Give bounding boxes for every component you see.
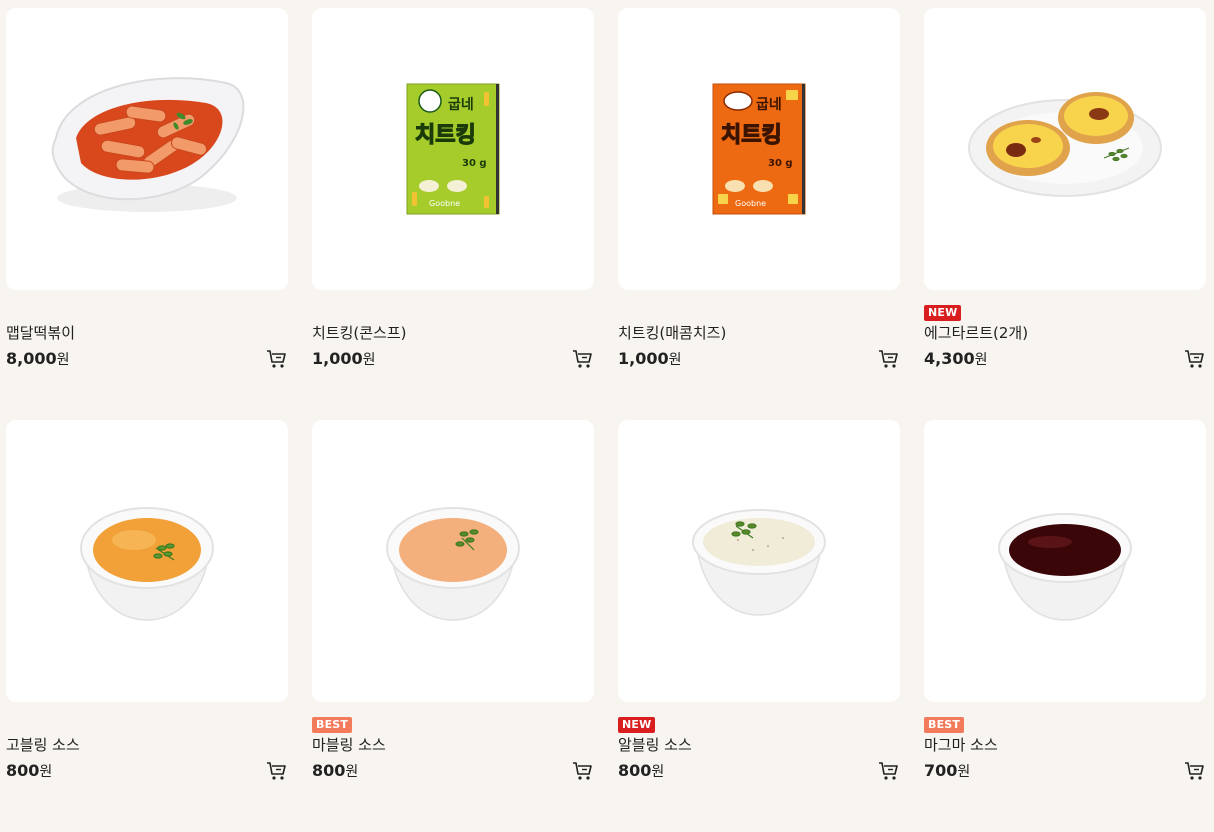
product-image[interactable]: [618, 420, 900, 702]
badge-row: NEW: [924, 301, 1206, 321]
price-amount: 800: [6, 761, 40, 780]
price-currency: 원: [362, 352, 376, 368]
product-name[interactable]: 치트킹(매콤치즈): [618, 322, 900, 344]
price-currency: 원: [345, 764, 359, 780]
magma-sauce-image: [998, 513, 1132, 621]
new-badge: NEW: [924, 305, 962, 321]
marbling-sauce-image: [386, 507, 520, 621]
price-currency: 원: [957, 764, 971, 780]
price-amount: 4,300: [924, 349, 975, 368]
badge-row: [6, 713, 288, 733]
albling-sauce-image: [692, 509, 826, 616]
product-card[interactable]: BEST 마그마 소스 700원: [924, 420, 1206, 832]
cart-icon[interactable]: [266, 760, 288, 782]
egg-tart-image: [968, 92, 1162, 197]
product-price: 4,300원: [924, 349, 988, 368]
price-row: 800원: [6, 758, 288, 784]
product-image[interactable]: [6, 8, 288, 290]
badge-row: NEW: [618, 713, 900, 733]
cart-icon[interactable]: [266, 348, 288, 370]
product-grid: 맵달떡볶이 8,000원 굽네 치트킹 30 g Goobne 치트킹(콘스프)…: [6, 8, 1214, 832]
product-price: 1,000원: [618, 349, 682, 368]
product-name[interactable]: 알블링 소스: [618, 734, 900, 756]
product-card[interactable]: NEW 에그타르트(2개) 4,300원: [924, 8, 1206, 420]
price-currency: 원: [651, 764, 665, 780]
product-image[interactable]: [312, 420, 594, 702]
price-amount: 700: [924, 761, 958, 780]
best-badge: BEST: [312, 717, 353, 733]
cart-icon[interactable]: [1184, 348, 1206, 370]
cart-icon[interactable]: [878, 760, 900, 782]
cart-icon[interactable]: [572, 348, 594, 370]
price-amount: 1,000: [618, 349, 669, 368]
new-badge: NEW: [618, 717, 656, 733]
pack-brand: 굽네: [448, 97, 474, 113]
price-row: 800원: [312, 758, 594, 784]
gobling-sauce-image: [80, 507, 214, 621]
product-price: 800원: [312, 761, 358, 780]
product-image[interactable]: 굽네 치트킹 30 g Goobne: [312, 8, 594, 290]
product-card[interactable]: NEW 알블링 소스 800원: [618, 420, 900, 832]
pack-title: 치트킹: [721, 123, 782, 148]
cheatking-spicycheese-image: 굽네 치트킹 30 g Goobne: [712, 83, 806, 215]
price-row: 700원: [924, 758, 1206, 784]
price-currency: 원: [56, 352, 70, 368]
product-name[interactable]: 마그마 소스: [924, 734, 1206, 756]
pack-logo: Goobne: [429, 199, 460, 208]
best-badge: BEST: [924, 717, 965, 733]
cart-icon[interactable]: [1184, 760, 1206, 782]
product-image[interactable]: 굽네 치트킹 30 g Goobne: [618, 8, 900, 290]
price-amount: 1,000: [312, 349, 363, 368]
price-row: 1,000원: [618, 346, 900, 372]
product-name[interactable]: 치트킹(콘스프): [312, 322, 594, 344]
product-name[interactable]: 맵달떡볶이: [6, 322, 288, 344]
price-currency: 원: [974, 352, 988, 368]
cheatking-cornsoup-image: 굽네 치트킹 30 g Goobne: [406, 83, 500, 215]
product-price: 800원: [618, 761, 664, 780]
badge-row: BEST: [924, 713, 1206, 733]
badge-row: [6, 301, 288, 321]
cart-icon[interactable]: [878, 348, 900, 370]
product-price: 8,000원: [6, 349, 70, 368]
cart-icon[interactable]: [572, 760, 594, 782]
product-card[interactable]: 굽네 치트킹 30 g Goobne 치트킹(매콤치즈) 1,000원: [618, 8, 900, 420]
product-image[interactable]: [924, 420, 1206, 702]
price-amount: 8,000: [6, 349, 57, 368]
product-name[interactable]: 에그타르트(2개): [924, 322, 1206, 344]
product-card[interactable]: BEST 마블링 소스 800원: [312, 420, 594, 832]
price-row: 1,000원: [312, 346, 594, 372]
product-card[interactable]: 맵달떡볶이 8,000원: [6, 8, 288, 420]
badge-row: [618, 301, 900, 321]
price-amount: 800: [312, 761, 346, 780]
pack-weight: 30 g: [462, 158, 487, 169]
pack-logo: Goobne: [735, 199, 766, 208]
price-row: 800원: [618, 758, 900, 784]
pack-title: 치트킹: [415, 123, 476, 148]
product-card[interactable]: 굽네 치트킹 30 g Goobne 치트킹(콘스프) 1,000원: [312, 8, 594, 420]
badge-row: BEST: [312, 713, 594, 733]
price-currency: 원: [39, 764, 53, 780]
tteokbokki-image: [51, 77, 245, 212]
product-name[interactable]: 고블링 소스: [6, 734, 288, 756]
pack-brand: 굽네: [756, 97, 782, 113]
product-price: 800원: [6, 761, 52, 780]
price-currency: 원: [668, 352, 682, 368]
pack-weight: 30 g: [768, 158, 793, 169]
product-image[interactable]: [6, 420, 288, 702]
product-price: 1,000원: [312, 349, 376, 368]
price-row: 4,300원: [924, 346, 1206, 372]
price-row: 8,000원: [6, 346, 288, 372]
product-price: 700원: [924, 761, 970, 780]
product-image[interactable]: [924, 8, 1206, 290]
price-amount: 800: [618, 761, 652, 780]
product-card[interactable]: 고블링 소스 800원: [6, 420, 288, 832]
badge-row: [312, 301, 594, 321]
product-name[interactable]: 마블링 소스: [312, 734, 594, 756]
